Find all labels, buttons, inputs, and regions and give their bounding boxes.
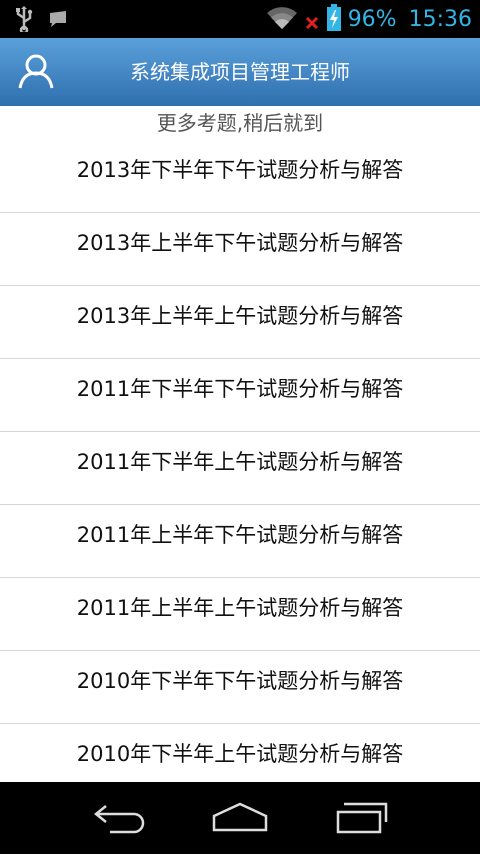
list-item[interactable]: 2013年上半年下午试题分析与解答	[0, 213, 480, 286]
list-item[interactable]: 2013年上半年上午试题分析与解答	[0, 286, 480, 359]
notification-icon	[48, 9, 68, 33]
clock: 15:36	[408, 7, 472, 32]
list-item[interactable]: 2010年下半年下午试题分析与解答	[0, 651, 480, 724]
user-icon	[16, 54, 56, 96]
app-title: 系统集成项目管理工程师	[130, 60, 350, 84]
notice-text: 更多考题,稍后就到	[156, 111, 324, 135]
home-icon	[208, 802, 272, 840]
home-button[interactable]	[208, 800, 272, 836]
battery-charging-icon	[326, 4, 342, 36]
no-signal-icon	[304, 5, 320, 35]
battery-level: 96%	[347, 7, 397, 32]
recent-apps-icon	[330, 802, 394, 840]
exam-list-panel: 更多考题,稍后就到 2013年下半年下午试题分析与解答 2013年上半年下午试题…	[0, 106, 480, 782]
list-item[interactable]: 2011年下半年下午试题分析与解答	[0, 359, 480, 432]
app-bar: 系统集成项目管理工程师	[0, 38, 480, 106]
recent-apps-button[interactable]	[330, 800, 394, 836]
back-icon	[88, 805, 152, 840]
wifi-icon	[266, 5, 298, 35]
back-button[interactable]	[88, 800, 152, 836]
status-bar: 96% 15:36	[0, 0, 480, 38]
navigation-bar	[0, 782, 480, 854]
list-item[interactable]: 2011年下半年上午试题分析与解答	[0, 432, 480, 505]
list-item[interactable]: 2013年下半年下午试题分析与解答	[0, 140, 480, 213]
list-item[interactable]: 2011年上半年上午试题分析与解答	[0, 578, 480, 651]
list-item[interactable]: 2011年上半年下午试题分析与解答	[0, 505, 480, 578]
user-button[interactable]	[16, 52, 56, 92]
list-item[interactable]: 2010年下半年上午试题分析与解答	[0, 724, 480, 782]
usb-icon	[14, 6, 34, 36]
